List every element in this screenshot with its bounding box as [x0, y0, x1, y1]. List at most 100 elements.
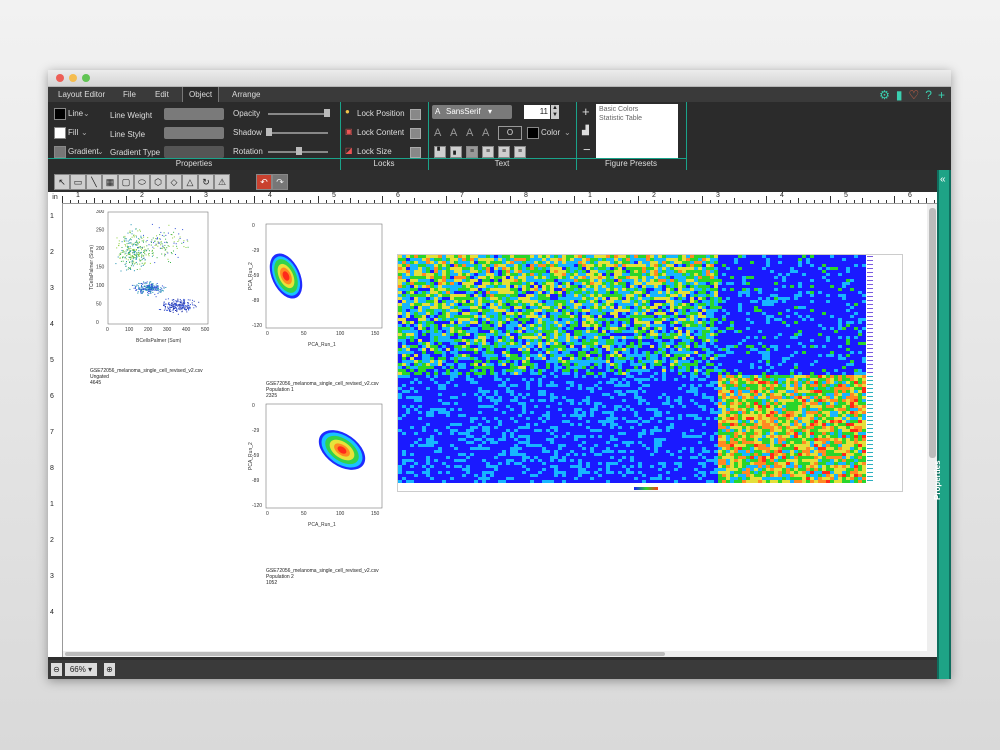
chevron-down-icon[interactable]: ⌄ [81, 128, 88, 137]
gradient-type-combo[interactable] [164, 146, 224, 158]
rotation-slider-knob[interactable] [296, 147, 302, 155]
align-left-icon[interactable]: ≡ [466, 146, 478, 158]
text-grow-icon[interactable]: A [434, 127, 441, 139]
text-color-swatch[interactable] [527, 127, 539, 139]
font-family-combo[interactable]: A SansSerif ▾ [432, 105, 512, 119]
line-label[interactable]: Line [68, 109, 83, 118]
text-color-label[interactable]: Color [541, 128, 560, 137]
align-right-icon[interactable]: ≡ [498, 146, 510, 158]
preset-item[interactable]: Statistic Table [596, 113, 678, 122]
chevron-down-icon[interactable]: ⌄ [564, 128, 571, 137]
heatmap-cell [702, 339, 706, 342]
text-box-icon[interactable]: O [498, 126, 522, 140]
heatmap-cell [742, 273, 746, 276]
heatmap-cell [754, 258, 758, 261]
menu-edit[interactable]: Edit [155, 90, 169, 99]
figure-presets-list[interactable]: Basic Colors Statistic Table [596, 104, 678, 158]
minimize-window-button[interactable] [69, 74, 77, 82]
text-shrink-icon[interactable]: A [450, 127, 457, 139]
opacity-slider-knob[interactable] [324, 109, 330, 117]
heatmap-figure[interactable] [397, 254, 903, 492]
gradient-swatch[interactable] [54, 146, 66, 158]
bookmark-icon[interactable]: ▮ [896, 88, 903, 102]
layout-canvas[interactable]: 0 100 200 300 400 500 0 50 100 150 200 250 300 BCells… [63, 204, 927, 657]
menu-layout-editor[interactable]: Layout Editor [58, 90, 105, 99]
pca-plot-population-1[interactable]: 0 50 100 150 0 -29 -59 -89 -120 PCA_Run_1 PCA_Run_… [244, 222, 384, 352]
line-weight-combo[interactable] [164, 108, 224, 120]
heatmap-cell [686, 300, 690, 303]
heatmap-cell [698, 282, 702, 285]
heatmap-cell [778, 291, 782, 294]
opacity-slider[interactable] [268, 113, 328, 115]
undo-icon[interactable]: ↶ [256, 174, 272, 190]
shadow-slider-knob[interactable] [266, 128, 272, 136]
heatmap-cell [814, 303, 818, 306]
heatmap-cell [594, 291, 598, 294]
heatmap-cell [614, 264, 618, 267]
heatmap-cell [606, 276, 610, 279]
menu-arrange[interactable]: Arrange [232, 90, 260, 99]
ellipse-tool-icon[interactable]: ⬭ [134, 174, 150, 190]
align-top-left-icon[interactable]: ▘ [434, 146, 446, 158]
heatmap-cell [510, 312, 514, 315]
font-size-stepper[interactable]: ▲ ▼ [551, 105, 559, 119]
heatmap-cell [438, 354, 442, 357]
rectangle-tool-icon[interactable]: ▭ [70, 174, 86, 190]
fill-color-swatch[interactable] [54, 127, 66, 139]
text-italic-icon[interactable]: A [466, 127, 473, 139]
lock-size-checkbox[interactable] [410, 147, 421, 158]
lock-content-checkbox[interactable] [410, 128, 421, 139]
add-preset-icon[interactable]: + [582, 104, 590, 119]
close-window-button[interactable] [56, 74, 64, 82]
heatmap-cell [698, 258, 702, 261]
menu-file[interactable]: File [123, 90, 136, 99]
lock-position-checkbox[interactable] [410, 109, 421, 120]
line-color-swatch[interactable] [54, 108, 66, 120]
line-tool-icon[interactable]: ╲ [86, 174, 102, 190]
heatmap-cell [450, 282, 454, 285]
pca-plot-population-2[interactable]: 0 50 100 150 0 -29 -59 -89 -120 PCA_Run_1 PCA_Run_… [244, 402, 384, 532]
gradient-label[interactable]: Gradient [68, 147, 99, 156]
cycle-tool-icon[interactable]: ↻ [198, 174, 214, 190]
font-size-field[interactable]: 11 [524, 105, 550, 119]
scatter-plot[interactable]: 0 100 200 300 400 500 0 50 100 150 200 250 300 BCells… [88, 209, 210, 360]
triangle-tool-icon[interactable]: △ [182, 174, 198, 190]
preset-stamp-icon[interactable]: ▟ [582, 125, 589, 136]
heatmap-cell [450, 276, 454, 279]
heatmap-cell [842, 327, 846, 330]
remove-preset-icon[interactable]: − [583, 142, 591, 157]
heart-icon[interactable]: ♡ [909, 88, 920, 102]
line-style-combo[interactable] [164, 127, 224, 139]
fill-label[interactable]: Fill [68, 128, 78, 137]
chevron-down-icon[interactable]: ⌄ [83, 109, 90, 118]
diamond-tool-icon[interactable]: ◇ [166, 174, 182, 190]
help-icon[interactable]: ? [925, 88, 932, 102]
rounded-rect-tool-icon[interactable]: ▢ [118, 174, 134, 190]
pointer-tool-icon[interactable]: ↖ [54, 174, 70, 190]
warning-tool-icon[interactable]: ⚠ [214, 174, 230, 190]
heatmap-cell [486, 297, 490, 300]
align-justify-icon[interactable]: ≡ [514, 146, 526, 158]
menu-object[interactable]: Object [182, 87, 220, 102]
heatmap-cell [850, 264, 854, 267]
align-center-icon[interactable]: ≡ [482, 146, 494, 158]
align-bottom-left-icon[interactable]: ▖ [450, 146, 462, 158]
table-tool-icon[interactable]: ▦ [102, 174, 118, 190]
gear-icon[interactable]: ⚙ [879, 88, 890, 102]
redo-icon[interactable]: ↷ [272, 174, 288, 190]
plus-icon[interactable]: + [938, 88, 945, 102]
heatmap-cell [430, 267, 434, 270]
hexagon-tool-icon[interactable]: ⬡ [150, 174, 166, 190]
shadow-slider[interactable] [268, 132, 328, 134]
heatmap-cell [562, 306, 566, 309]
maximize-window-button[interactable] [82, 74, 90, 82]
preset-item[interactable]: Basic Colors [596, 104, 678, 113]
text-outline-icon[interactable]: A [482, 127, 489, 139]
chevron-down-icon[interactable]: ⌄ [97, 147, 104, 156]
scatter-point [155, 288, 157, 290]
scatter-point [133, 236, 135, 238]
heatmap-cell [654, 279, 658, 282]
heatmap-cell [614, 300, 618, 303]
scatter-point [135, 249, 137, 251]
heatmap-cell [470, 267, 474, 270]
